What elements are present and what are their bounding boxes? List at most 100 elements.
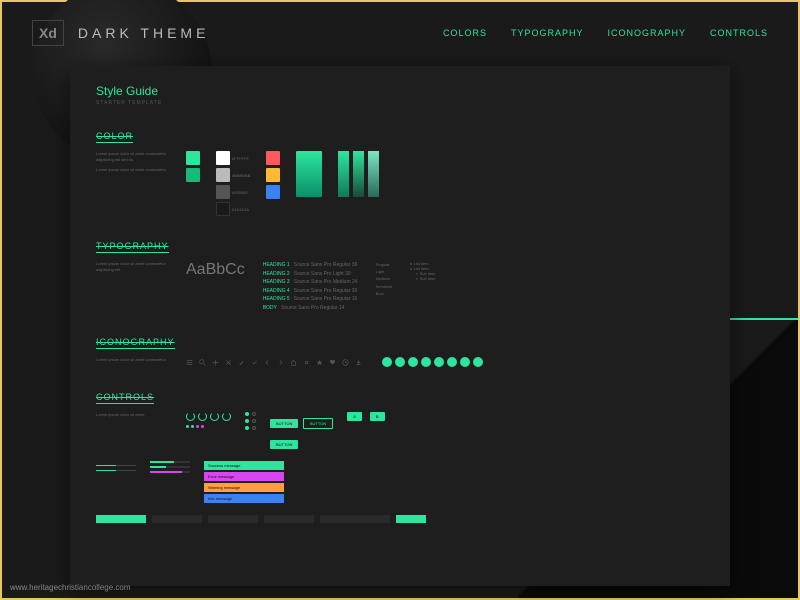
- progress-3: [150, 471, 190, 473]
- linkedin-icon[interactable]: [421, 357, 431, 367]
- star-icon[interactable]: [316, 359, 323, 366]
- controls-desc: Lorem ipsum dolor sit amet.: [96, 412, 176, 422]
- checkbox-on[interactable]: [245, 419, 249, 423]
- swatch-black[interactable]: [216, 202, 230, 216]
- alert-info[interactable]: Info message: [204, 494, 284, 503]
- input-active[interactable]: [96, 515, 146, 523]
- xd-logo: Xd: [32, 20, 64, 46]
- heart-icon[interactable]: [329, 359, 336, 366]
- swatch-red[interactable]: [266, 151, 280, 165]
- styleguide-title: Style Guide: [96, 84, 704, 98]
- alert-success[interactable]: Success message: [204, 461, 284, 470]
- instagram-icon[interactable]: [408, 357, 418, 367]
- loader-4: [222, 412, 231, 421]
- notifications: Success message Error message Warning me…: [204, 461, 284, 505]
- section-typography: TYPOGRAPHY Lorem ipsum dolor sit amet co…: [96, 236, 704, 312]
- nav-colors[interactable]: COLORS: [443, 28, 487, 38]
- swatch-primary-2[interactable]: [186, 168, 200, 182]
- color-heading: COLOR: [96, 131, 133, 143]
- facebook-icon[interactable]: [382, 357, 392, 367]
- nav-controls[interactable]: CONTROLS: [710, 28, 768, 38]
- alert-error[interactable]: Error message: [204, 472, 284, 481]
- slider-2[interactable]: [96, 470, 136, 471]
- bar-1[interactable]: [338, 151, 349, 197]
- controls-heading: CONTROLS: [96, 392, 154, 404]
- page-title: DARK THEME: [78, 25, 210, 41]
- gradient-sample[interactable]: [296, 151, 322, 197]
- checkbox-off[interactable]: [252, 419, 256, 423]
- switch-on[interactable]: [245, 426, 249, 430]
- nav: COLORS TYPOGRAPHY ICONOGRAPHY CONTROLS: [443, 28, 768, 38]
- swatch-gray-2[interactable]: [216, 185, 230, 199]
- edit-icon[interactable]: [238, 359, 245, 366]
- gradient-bars: [338, 151, 379, 216]
- gear-icon[interactable]: [303, 359, 310, 366]
- iconography-heading: ICONOGRAPHY: [96, 337, 175, 349]
- primary-swatches: [186, 151, 200, 216]
- alert-warning[interactable]: Warning message: [204, 483, 284, 492]
- color-desc: Lorem ipsum dolor sit amet consectetur a…: [96, 151, 176, 177]
- download-icon[interactable]: [355, 359, 362, 366]
- switch-off[interactable]: [252, 426, 256, 430]
- behance-icon[interactable]: [460, 357, 470, 367]
- input-default[interactable]: [152, 515, 202, 523]
- section-controls: CONTROLS Lorem ipsum dolor sit amet.: [96, 387, 704, 523]
- progress-2: [150, 466, 190, 468]
- header: Xd DARK THEME COLORS TYPOGRAPHY ICONOGRA…: [2, 2, 798, 58]
- ui-icons: [186, 359, 362, 366]
- bar-3[interactable]: [368, 151, 379, 197]
- typo-weights: RegularLightMediumSemiboldBold: [376, 261, 393, 297]
- swatch-yellow[interactable]: [266, 168, 280, 182]
- section-color: COLOR Lorem ipsum dolor sit amet consect…: [96, 126, 704, 216]
- youtube-icon[interactable]: [434, 357, 444, 367]
- menu-icon[interactable]: [186, 359, 193, 366]
- swatch-primary-1[interactable]: [186, 151, 200, 165]
- progress-1: [150, 461, 190, 463]
- section-iconography: ICONOGRAPHY Lorem ipsum dolor sit amet c…: [96, 332, 704, 367]
- clock-icon[interactable]: [342, 359, 349, 366]
- slider-1[interactable]: [96, 465, 136, 466]
- list-demo: •List item •List item ›Sub item ›Sub ite…: [410, 261, 435, 281]
- buttons: BUTTON BUTTON BUTTON: [270, 412, 333, 451]
- search-icon[interactable]: [199, 359, 206, 366]
- input-3[interactable]: [264, 515, 314, 523]
- dribbble-icon[interactable]: [447, 357, 457, 367]
- button-primary-2[interactable]: BUTTON: [270, 440, 298, 449]
- github-icon[interactable]: [473, 357, 483, 367]
- typo-sample: AaBbCc: [186, 261, 245, 279]
- check-icon[interactable]: [251, 359, 258, 366]
- sliders: [96, 461, 136, 475]
- arrow-left-icon[interactable]: [264, 359, 271, 366]
- radio-off[interactable]: [252, 412, 256, 416]
- loader-2: [198, 412, 207, 421]
- arrow-right-icon[interactable]: [277, 359, 284, 366]
- button-outline[interactable]: BUTTON: [303, 418, 333, 429]
- social-icons: [382, 357, 483, 367]
- typography-heading: TYPOGRAPHY: [96, 241, 169, 253]
- typo-list: HEADING 1Source Sans Pro Regular 36 HEAD…: [263, 261, 358, 312]
- swatch-white[interactable]: [216, 151, 230, 165]
- plus-icon[interactable]: [212, 359, 219, 366]
- node-1[interactable]: A: [347, 412, 362, 421]
- swatch-gray-1[interactable]: [216, 168, 230, 182]
- bar-2[interactable]: [353, 151, 364, 197]
- node-2[interactable]: B: [370, 412, 385, 421]
- progress: [150, 461, 190, 476]
- loaders-group: [186, 412, 231, 428]
- twitter-icon[interactable]: [395, 357, 405, 367]
- inputs-group: [96, 515, 704, 523]
- nav-typography[interactable]: TYPOGRAPHY: [511, 28, 584, 38]
- button-primary[interactable]: BUTTON: [270, 419, 298, 428]
- styleguide-subtitle: STARTER TEMPLATE: [96, 100, 704, 106]
- nav-iconography[interactable]: ICONOGRAPHY: [607, 28, 686, 38]
- radio-on[interactable]: [245, 412, 249, 416]
- dropdown[interactable]: [396, 515, 426, 523]
- icon-desc: Lorem ipsum dolor sit amet consectetur.: [96, 357, 176, 367]
- textarea[interactable]: [320, 515, 390, 523]
- home-icon[interactable]: [290, 359, 297, 366]
- connected-buttons: A B: [347, 412, 384, 421]
- loader-1: [186, 412, 195, 421]
- close-icon[interactable]: [225, 359, 232, 366]
- input-2[interactable]: [208, 515, 258, 523]
- swatch-blue[interactable]: [266, 185, 280, 199]
